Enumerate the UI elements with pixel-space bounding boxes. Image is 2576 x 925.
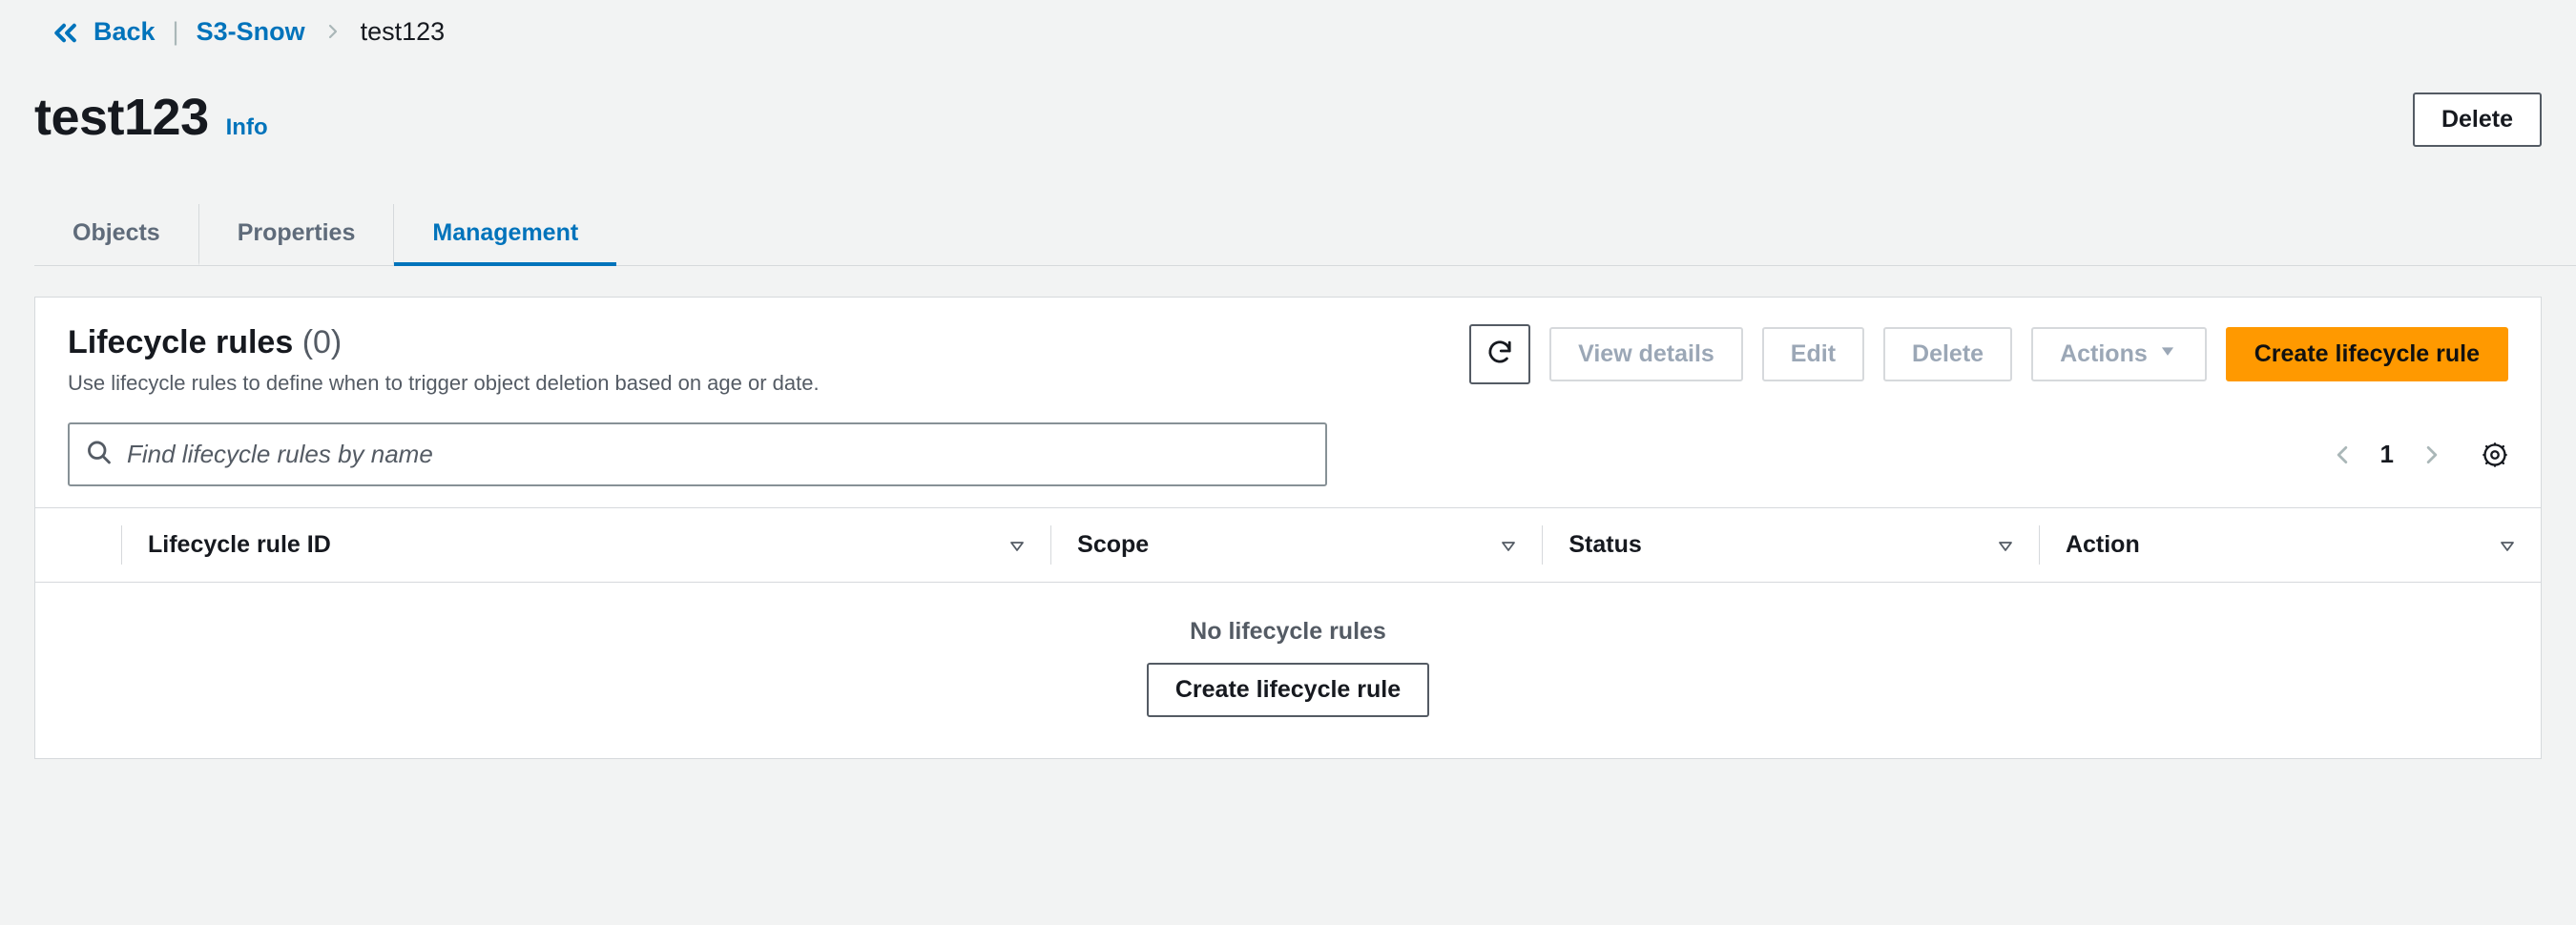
actions-label: Actions [2060, 340, 2148, 368]
sort-icon[interactable] [1007, 535, 1028, 556]
tab-management[interactable]: Management [394, 204, 616, 266]
refresh-button[interactable] [1469, 324, 1530, 384]
panel-description: Use lifecycle rules to define when to tr… [68, 371, 820, 396]
delete-rule-button[interactable]: Delete [1883, 327, 2012, 381]
lifecycle-panel: Lifecycle rules (0) Use lifecycle rules … [34, 297, 2542, 759]
breadcrumb-current: test123 [361, 17, 446, 47]
column-rule-id[interactable]: Lifecycle rule ID [121, 508, 1050, 583]
panel-actions: View details Edit Delete Actions Create … [1469, 324, 2508, 384]
panel-title-text: Lifecycle rules [68, 324, 293, 360]
sort-icon[interactable] [2497, 535, 2518, 556]
search-icon [85, 438, 112, 471]
empty-state: No lifecycle rules Create lifecycle rule [36, 584, 2540, 757]
pagination: 1 [2329, 440, 2508, 469]
search-input[interactable] [68, 422, 1327, 486]
caret-down-icon [2157, 340, 2178, 368]
create-lifecycle-rule-button[interactable]: Create lifecycle rule [2226, 327, 2508, 381]
column-select [35, 508, 121, 583]
column-status[interactable]: Status [1542, 508, 2039, 583]
panel-title: Lifecycle rules (0) [68, 324, 820, 361]
column-status-label: Status [1568, 531, 1641, 558]
info-link[interactable]: Info [226, 114, 268, 141]
settings-gear-button[interactable] [2482, 442, 2508, 468]
page-header: test123 Info Delete [0, 55, 2576, 156]
back-collapse-icon[interactable] [48, 15, 80, 48]
column-action[interactable]: Action [2039, 508, 2541, 583]
sort-icon[interactable] [1995, 535, 2016, 556]
empty-create-lifecycle-rule-button[interactable]: Create lifecycle rule [1147, 663, 1429, 717]
column-rule-id-label: Lifecycle rule ID [148, 531, 331, 558]
column-scope[interactable]: Scope [1050, 508, 1542, 583]
delete-bucket-button[interactable]: Delete [2413, 92, 2542, 147]
empty-state-title: No lifecycle rules [36, 618, 2540, 646]
tab-properties[interactable]: Properties [199, 204, 395, 266]
actions-dropdown-button[interactable]: Actions [2031, 327, 2207, 381]
column-scope-label: Scope [1077, 531, 1149, 558]
page-next-button[interactable] [2419, 442, 2445, 468]
search-wrap [68, 422, 1327, 486]
breadcrumb-separator: | [169, 17, 183, 47]
column-action-label: Action [2066, 531, 2140, 558]
refresh-icon [1486, 338, 1513, 371]
sort-icon[interactable] [1498, 535, 1519, 556]
chevron-right-icon [319, 21, 347, 42]
breadcrumb: Back | S3-Snow test123 [0, 0, 2576, 55]
tabs: Objects Properties Management [0, 156, 2576, 266]
panel-count: (0) [302, 324, 343, 360]
page-prev-button[interactable] [2329, 442, 2356, 468]
breadcrumb-root-link[interactable]: S3-Snow [197, 17, 305, 47]
page-title: test123 [34, 88, 209, 147]
breadcrumb-back-link[interactable]: Back [93, 17, 156, 47]
page-number: 1 [2380, 440, 2394, 469]
edit-button[interactable]: Edit [1762, 327, 1864, 381]
view-details-button[interactable]: View details [1549, 327, 1743, 381]
tab-objects[interactable]: Objects [34, 204, 199, 266]
lifecycle-table: Lifecycle rule ID Scope Status Action [35, 507, 2541, 758]
